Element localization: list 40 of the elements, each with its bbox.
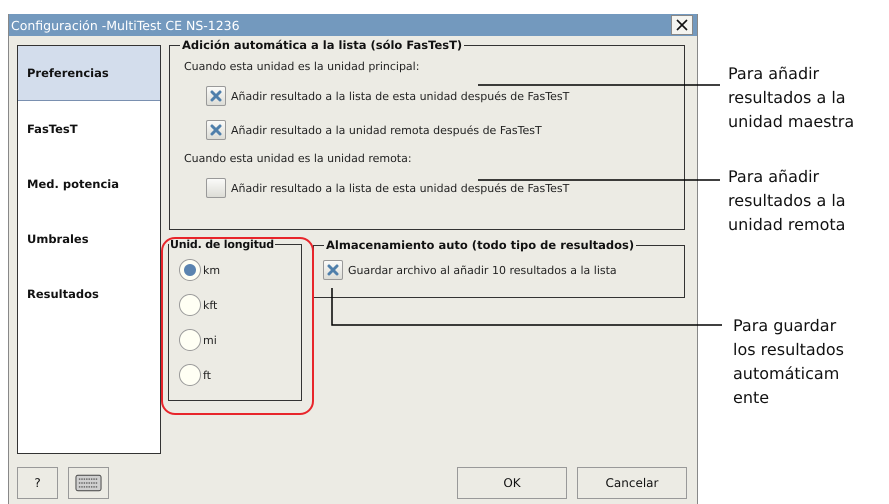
sidebar-item[interactable]: Resultados [18, 266, 160, 321]
option-label: km [203, 264, 220, 276]
window-title: Configuración -MultiTest CE NS-1236 [11, 18, 240, 32]
cross-icon [327, 264, 339, 276]
radio-button[interactable] [179, 329, 201, 351]
radio-button[interactable] [179, 294, 201, 316]
radio-button[interactable] [179, 259, 201, 281]
cross-icon [210, 124, 222, 136]
keyboard-button[interactable] [68, 467, 109, 499]
checkbox[interactable] [206, 178, 226, 198]
group-title: Almacenamiento auto (todo tipo de resultados) [325, 238, 636, 252]
checkbox[interactable] [206, 86, 226, 106]
option-label: kft [203, 298, 218, 312]
checkbox[interactable] [323, 260, 343, 280]
option-label: Añadir resultado a la lista de esta unidad después de FasTesT [231, 182, 570, 194]
dialog-button[interactable]: Cancelar [577, 467, 687, 499]
section-heading: Cuando esta unidad es la unidad principal: [184, 59, 420, 75]
callout-text: Para añadir resultados a la unidad maestra [728, 63, 854, 133]
help-button[interactable]: ? [17, 467, 58, 499]
dialog-button[interactable]: OK [457, 467, 567, 499]
option-label: Guardar archivo al añadir 10 resultados a la lista [348, 264, 617, 276]
sidebar-item[interactable]: Med. potencia [18, 156, 160, 211]
group-title: Adición automática a la lista (sólo FasTesT) [181, 38, 464, 52]
checkbox[interactable] [206, 120, 226, 140]
callout-text: Para guardar los resultados automáticam ente [733, 315, 844, 409]
close-button[interactable] [671, 15, 693, 35]
keyboard-icon [75, 474, 102, 492]
option-label: Añadir resultado a la lista de esta unidad después de FasTesT [231, 90, 570, 102]
section-heading: Cuando esta unidad es la unidad remota: [184, 151, 413, 167]
cross-icon [210, 90, 222, 102]
close-icon [676, 19, 688, 31]
option-label: mi [203, 334, 217, 346]
radio-button[interactable] [179, 364, 201, 386]
option-label: ft [203, 368, 211, 382]
callout-text: Para añadir resultados a la unidad remota [728, 166, 846, 236]
sidebar-item[interactable]: Preferencias [18, 46, 160, 101]
option-label: Añadir resultado a la unidad remota después de FasTesT [231, 124, 542, 136]
sidebar-item[interactable]: FasTesT [18, 101, 160, 156]
group-title: Unid. de longitud [169, 238, 275, 251]
sidebar-item[interactable]: Umbrales [18, 211, 160, 266]
